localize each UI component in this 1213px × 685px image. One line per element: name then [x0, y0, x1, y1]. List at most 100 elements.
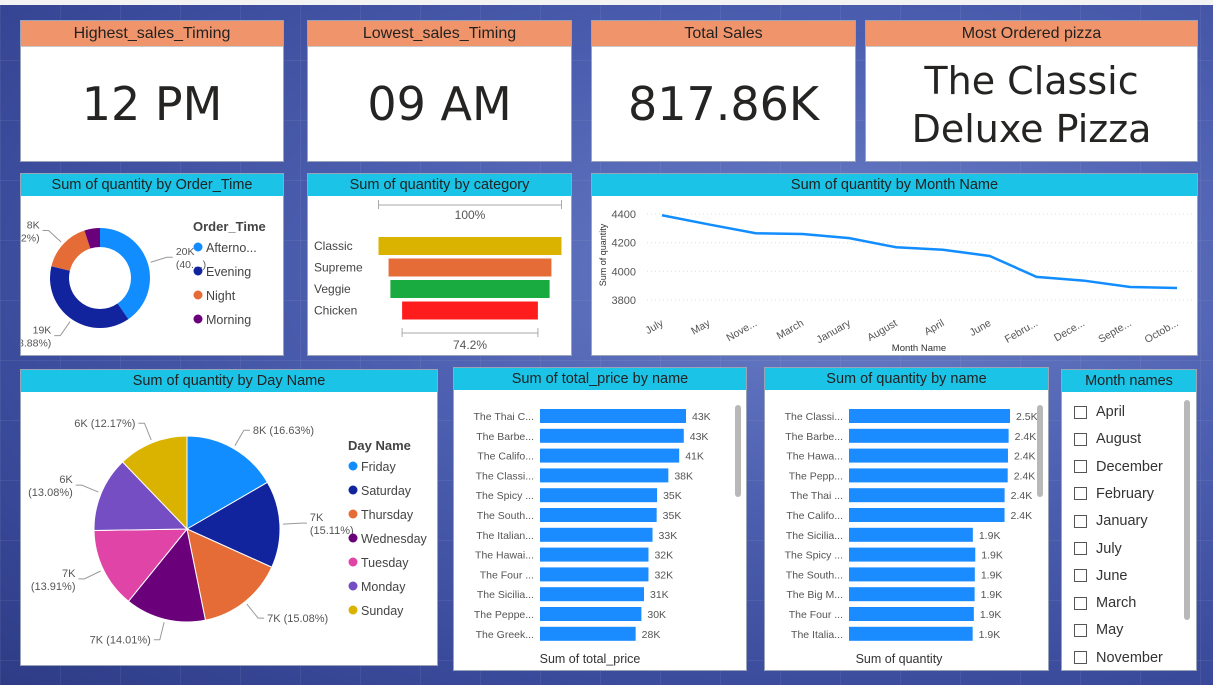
bar: [849, 527, 973, 542]
bar: [540, 626, 636, 641]
checkbox[interactable]: [1074, 651, 1087, 665]
slicer-scrollbar[interactable]: [1184, 400, 1190, 620]
chart-quantity-name[interactable]: Sum of quantity by name The Classi... 2.5…: [764, 367, 1049, 671]
pie-data-label: (13.91%): [31, 581, 76, 593]
bar-category-label: The Sicilia...: [786, 530, 843, 542]
bar-category-label: The Barbe...: [476, 431, 534, 443]
checkbox[interactable]: [1074, 460, 1087, 474]
bar: [849, 488, 1005, 503]
kpi-card-most-ordered[interactable]: Most Ordered pizza The Classic Deluxe Pi…: [865, 20, 1198, 162]
series-line: [661, 214, 1178, 290]
x-tick-label: Septe...: [1096, 317, 1133, 345]
checkbox[interactable]: [1074, 432, 1087, 446]
chart-total-price[interactable]: Sum of total_price by name The Thai C...…: [453, 367, 747, 671]
pie-leader-line: [138, 422, 152, 441]
chart-title: Sum of quantity by Order_Time: [21, 174, 283, 196]
pie-data-label: 6K: [59, 474, 73, 486]
legend-marker: [348, 605, 358, 615]
checkbox[interactable]: [1074, 487, 1087, 501]
x-tick-label: Febru...: [1003, 317, 1040, 345]
legend-label: Saturday: [361, 484, 412, 498]
bar-category-label: The Spicy ...: [785, 550, 843, 562]
scrollbar[interactable]: [735, 405, 741, 497]
legend-marker: [193, 266, 203, 276]
chart-day[interactable]: Sum of quantity by Day Name 8K (16.63%) 7…: [20, 369, 438, 666]
bar: [540, 508, 657, 522]
slicer-item-december[interactable]: December: [1074, 457, 1163, 477]
funnel-bar: [378, 237, 562, 255]
checkbox[interactable]: [1074, 596, 1087, 610]
legend-label: Sunday: [361, 604, 404, 618]
slicer-item-label: January: [1096, 513, 1148, 530]
bar-value-label: 31K: [650, 589, 669, 601]
slicer-item-march[interactable]: March: [1074, 593, 1136, 613]
slicer-item-january[interactable]: January: [1074, 511, 1148, 531]
pie-leader-line: [234, 429, 250, 447]
funnel-category-label: Chicken: [314, 304, 357, 318]
x-axis-title: Sum of quantity: [856, 652, 944, 666]
bar: [849, 409, 1010, 423]
pie-data-label: 7K (14.01%): [90, 635, 151, 647]
chart-order-time[interactable]: Sum of quantity by Order_Time 20K (40....…: [20, 173, 284, 356]
checkbox[interactable]: [1074, 542, 1087, 555]
kpi-card-total-sales[interactable]: Total Sales 817.86K: [591, 20, 856, 162]
legend-title: Order_Time: [193, 219, 266, 234]
slicer-item-label: April: [1096, 404, 1126, 420]
x-tick-label: January: [814, 317, 853, 346]
x-axis-title: Month Name: [892, 343, 946, 354]
checkbox[interactable]: [1074, 569, 1087, 583]
bar-value-label: 1.9K: [979, 530, 1001, 542]
pie-leader-line: [42, 230, 62, 243]
day-pie-svg: 8K (16.63%)7K(15.11%)7K (15.08%)7K (14.0…: [28, 418, 427, 647]
slicer-item-june[interactable]: June: [1074, 566, 1127, 586]
kpi-title: Most Ordered pizza: [866, 21, 1197, 47]
y-axis-title: Sum of quantity: [598, 223, 608, 286]
checkbox[interactable]: [1074, 623, 1087, 637]
bar: [849, 547, 976, 562]
pie-data-label: (15.11%): [310, 525, 354, 537]
slicer-item-label: July: [1096, 540, 1122, 557]
bar: [540, 607, 642, 621]
scrollbar[interactable]: [1037, 405, 1043, 497]
bar-category-label: The South...: [477, 510, 534, 522]
bar-category-label: The Big M...: [786, 589, 843, 601]
chart-title: Sum of quantity by Day Name: [21, 370, 437, 392]
bar-value-label: 30K: [647, 609, 666, 621]
funnel-category-label: Veggie: [314, 282, 351, 296]
pie-leader-line: [153, 622, 165, 641]
month-slicer[interactable]: Month names April August December February J…: [1061, 369, 1197, 671]
chart-title: Sum of total_price by name: [454, 368, 746, 390]
checkbox[interactable]: [1074, 514, 1087, 528]
bar-value-label: 28K: [642, 629, 661, 641]
bar-value-label: 1.9K: [981, 550, 1003, 562]
y-tick-label: 4000: [612, 266, 636, 278]
x-tick-label: March: [775, 317, 806, 342]
bar-value-label: 32K: [654, 569, 673, 581]
chart-month[interactable]: Sum of quantity by Month Name 3800 4000 42…: [591, 173, 1198, 356]
bar: [849, 448, 1008, 463]
x-tick-label: May: [689, 317, 713, 338]
x-tick-label: August: [865, 317, 899, 344]
chart-category[interactable]: Sum of quantity by category 100% Classic S…: [307, 173, 572, 356]
x-tick-label: June: [967, 317, 993, 339]
checkbox[interactable]: [1074, 405, 1087, 419]
legend-label: Night: [206, 289, 236, 303]
bar: [540, 587, 645, 602]
bar-category-label: The Classi...: [476, 470, 534, 482]
kpi-value-line1: The Classic: [924, 59, 1139, 103]
slicer-item-july[interactable]: July: [1074, 539, 1122, 559]
slicer-item-may[interactable]: May: [1074, 620, 1123, 640]
pie-leader-line: [282, 522, 307, 525]
x-tick-label: Dece...: [1052, 317, 1087, 344]
kpi-card-lowest-sales[interactable]: Lowest_sales_Timing 09 AM: [307, 20, 572, 162]
slicer-item-november[interactable]: November: [1074, 648, 1163, 668]
bar: [540, 468, 669, 483]
bar-category-label: The Hawai...: [475, 550, 534, 562]
bar-value-label: 33K: [659, 530, 678, 542]
kpi-card-highest-sales[interactable]: Highest_sales_Timing 12 PM: [20, 20, 284, 162]
slicer-item-february[interactable]: February: [1074, 484, 1154, 504]
quantity-name-bar-svg: The Classi... 2.5K The Barbe... 2.4K The Haw…: [785, 409, 1038, 666]
slicer-item-august[interactable]: August: [1074, 429, 1141, 449]
x-tick-label: Octob...: [1143, 317, 1181, 346]
slicer-item-april[interactable]: April: [1074, 402, 1125, 422]
